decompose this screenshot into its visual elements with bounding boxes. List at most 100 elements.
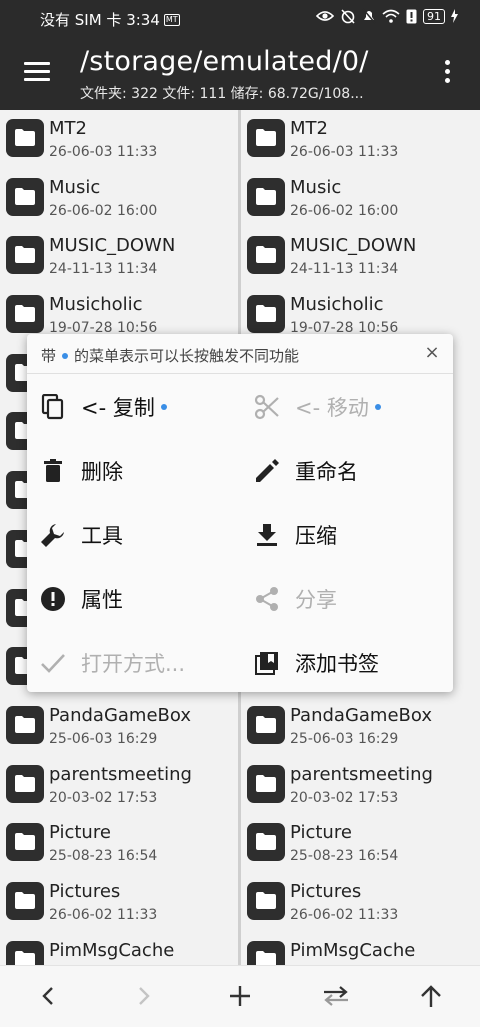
alarm-off-icon <box>341 9 355 24</box>
swap-button[interactable] <box>320 980 352 1012</box>
menu-hint: 带 的菜单表示可以长按触发不同功能 <box>41 347 300 365</box>
wifi-icon <box>382 9 400 23</box>
status-bar: 没有 SIM 卡 3:34 MT 91 <box>0 0 480 36</box>
folder-glyph <box>15 129 35 146</box>
folder-icon <box>6 177 44 216</box>
file-row[interactable]: PandaGameBox 25-06-03 16:29 <box>241 697 480 756</box>
file-row[interactable]: Picture 25-08-23 16:54 <box>241 814 480 873</box>
rename-button[interactable]: 重命名 <box>241 446 441 496</box>
file-name: PandaGameBox <box>49 704 191 726</box>
info-icon <box>41 587 65 611</box>
folder-icon <box>6 940 44 965</box>
carrier-time: 没有 SIM 卡 3:34 <box>40 11 160 29</box>
file-date: 26-06-03 11:33 <box>290 144 399 160</box>
more-options-icon[interactable] <box>440 60 454 86</box>
page-title: /storage/emulated/0/ <box>80 46 369 77</box>
file-name: Picture <box>49 822 111 844</box>
file-date: 20-03-02 17:53 <box>290 789 399 806</box>
file-name: PimMsgCache <box>290 939 416 961</box>
file-row[interactable]: Music 26-06-02 16:00 <box>0 169 238 228</box>
file-date: 24-11-13 11:34 <box>49 261 158 278</box>
folder-glyph <box>15 950 35 965</box>
notification-badge: MT <box>163 13 180 26</box>
up-icon <box>421 985 441 1007</box>
folder-glyph <box>256 129 276 146</box>
bookmark-icon <box>255 652 278 675</box>
file-name: MT2 <box>49 118 87 139</box>
properties-button[interactable]: 属性 <box>27 574 227 624</box>
menu-header: 带 的菜单表示可以长按触发不同功能 × <box>27 334 453 374</box>
file-name: Pictures <box>290 880 362 902</box>
file-row[interactable]: Pictures 26-06-02 11:33 <box>241 873 480 932</box>
folder-icon <box>247 236 285 275</box>
folder-icon <box>6 236 44 275</box>
share-button[interactable]: 分享 <box>241 574 441 624</box>
charging-icon <box>451 9 458 23</box>
add-bookmark-button[interactable]: 添加书签 <box>241 638 441 688</box>
add-button[interactable] <box>224 980 256 1012</box>
file-date: 24-11-13 11:34 <box>290 261 399 278</box>
folder-icon <box>247 705 285 744</box>
back-button[interactable] <box>32 980 64 1012</box>
file-date: 26-06-02 11:33 <box>49 906 158 923</box>
file-row[interactable]: parentsmeeting 20-03-02 17:53 <box>0 756 238 815</box>
file-row[interactable]: MUSIC_DOWN 24-11-13 11:34 <box>241 227 480 286</box>
file-name: Musicholic <box>290 294 384 316</box>
share-icon <box>256 587 278 611</box>
delete-icon <box>44 459 62 482</box>
wrench-icon <box>41 524 64 547</box>
folder-glyph <box>256 305 276 323</box>
folder-icon <box>247 177 285 216</box>
storage-summary: 文件夹: 322 文件: 111 储存: 68.72G/108... <box>80 86 364 102</box>
file-row[interactable]: PandaGameBox 25-06-03 16:29 <box>0 697 238 756</box>
close-icon[interactable]: × <box>423 343 441 363</box>
open-with-button[interactable]: 打开方式... <box>27 638 227 688</box>
folder-glyph <box>15 246 35 264</box>
folder-glyph <box>256 715 276 733</box>
folder-icon <box>247 881 285 920</box>
menu-icon[interactable] <box>24 62 50 84</box>
copy-button[interactable]: <- 复制 <box>27 382 227 432</box>
forward-button[interactable] <box>128 980 160 1012</box>
file-row[interactable]: Pictures 26-06-02 11:33 <box>0 873 238 932</box>
download-icon <box>257 524 277 546</box>
file-row[interactable]: MT2 26-06-03 11:33 <box>0 110 238 169</box>
file-row[interactable]: Music 26-06-02 16:00 <box>241 169 480 228</box>
folder-icon <box>6 705 44 744</box>
compress-button[interactable]: 压缩 <box>241 510 441 560</box>
tools-button[interactable]: 工具 <box>27 510 227 560</box>
folder-icon <box>247 940 285 965</box>
dot-indicator <box>160 404 167 410</box>
file-row[interactable]: PimMsgCache <box>241 932 480 965</box>
folder-glyph <box>15 833 35 851</box>
back-icon <box>42 987 53 1005</box>
bottom-navigation <box>0 965 480 1027</box>
move-button[interactable]: <- 移动 <box>241 382 441 432</box>
folder-icon <box>6 823 44 862</box>
file-name: Musicholic <box>49 294 143 316</box>
file-row[interactable]: MUSIC_DOWN 24-11-13 11:34 <box>0 227 238 286</box>
mute-icon <box>362 8 376 24</box>
dot-indicator <box>62 352 69 359</box>
file-name: MUSIC_DOWN <box>49 235 176 257</box>
file-row[interactable]: parentsmeeting 20-03-02 17:53 <box>241 756 480 815</box>
file-row[interactable]: PimMsgCache <box>0 932 238 965</box>
file-row[interactable]: MT2 26-06-03 11:33 <box>241 110 480 169</box>
folder-icon <box>6 881 44 920</box>
file-date: 20-03-02 17:53 <box>49 789 158 806</box>
folder-glyph <box>15 774 35 792</box>
eye-icon <box>316 11 334 21</box>
folder-glyph <box>15 187 35 205</box>
folder-glyph <box>256 950 276 965</box>
battery-level: 91 <box>423 8 445 24</box>
file-date: 25-06-03 16:29 <box>290 730 399 747</box>
file-row[interactable]: Picture 25-08-23 16:54 <box>0 814 238 873</box>
delete-button[interactable]: 删除 <box>27 446 227 496</box>
folder-glyph <box>256 246 276 264</box>
folder-icon <box>247 119 285 157</box>
up-button[interactable] <box>415 980 447 1012</box>
folder-glyph <box>15 891 35 909</box>
folder-glyph <box>256 891 276 909</box>
file-date: 26-06-03 11:33 <box>49 144 158 160</box>
file-date: 26-06-02 11:33 <box>290 906 399 923</box>
